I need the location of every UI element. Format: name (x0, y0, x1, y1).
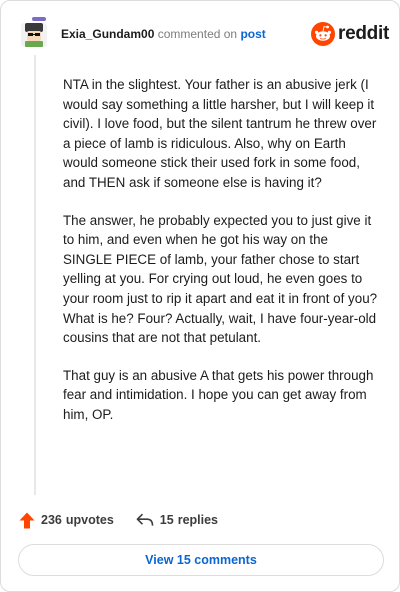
reddit-logo[interactable]: reddit (311, 21, 389, 47)
upvote-button[interactable]: 236 upvotes (19, 512, 114, 529)
view-comments-button[interactable]: View 15 comments (18, 544, 384, 576)
comment-paragraph: That guy is an abusive A that gets his p… (63, 367, 374, 422)
reddit-snoo-icon (311, 22, 335, 46)
comment-paragraph: The answer, he probably expected you to … (63, 212, 378, 346)
replies-button[interactable]: 15 replies (136, 513, 218, 527)
username-link[interactable]: Exia_Gundam00 (61, 27, 154, 41)
comment-actions: 236 upvotes 15 replies (19, 510, 218, 530)
comment-paragraph: NTA in the slightest. Your father is an … (63, 77, 377, 190)
avatar[interactable] (19, 17, 49, 49)
replies-label: replies (177, 513, 219, 527)
upvote-count: 236 (41, 513, 62, 527)
thread-line (34, 55, 36, 495)
reply-arrow-icon (136, 513, 154, 526)
commented-on-text: commented on (157, 27, 238, 41)
comment-card: Exia_Gundam00 commented on post reddit N… (0, 0, 400, 592)
reddit-wordmark: reddit (338, 23, 389, 44)
post-link[interactable]: post (240, 27, 265, 41)
avatar-icon (21, 17, 47, 47)
arrow-up-icon (19, 512, 35, 528)
comment-header: Exia_Gundam00 commented on post (61, 27, 266, 41)
comment-body: NTA in the slightest. Your father is an … (63, 75, 379, 443)
upvote-label: upvotes (65, 513, 114, 527)
replies-count: 15 (159, 513, 174, 527)
